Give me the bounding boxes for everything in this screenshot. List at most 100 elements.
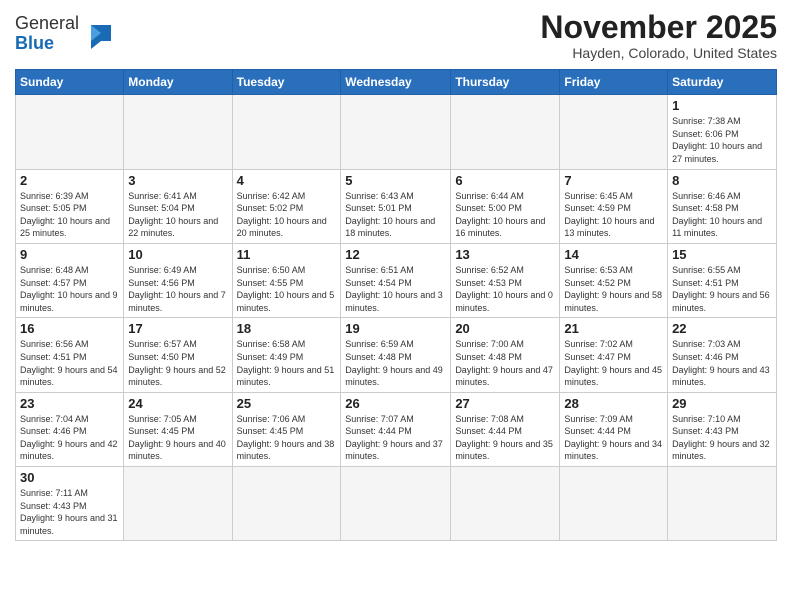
title-section: November 2025 Hayden, Colorado, United S…: [540, 10, 777, 61]
day-info: Sunrise: 6:42 AM Sunset: 5:02 PM Dayligh…: [237, 190, 337, 240]
day-info: Sunrise: 6:51 AM Sunset: 4:54 PM Dayligh…: [345, 264, 446, 314]
day-info: Sunrise: 6:57 AM Sunset: 4:50 PM Dayligh…: [128, 338, 227, 388]
day-info: Sunrise: 6:58 AM Sunset: 4:49 PM Dayligh…: [237, 338, 337, 388]
day-number: 15: [672, 247, 772, 262]
day-info: Sunrise: 6:44 AM Sunset: 5:00 PM Dayligh…: [455, 190, 555, 240]
table-row: 11Sunrise: 6:50 AM Sunset: 4:55 PM Dayli…: [232, 243, 341, 317]
day-number: 19: [345, 321, 446, 336]
table-row: 14 Sunrise: 6:53 AM Sunset: 4:52 PM Dayli…: [560, 243, 668, 317]
table-row: 7 Sunrise: 6:45 AM Sunset: 4:59 PM Daylig…: [560, 169, 668, 243]
day-number: 7: [564, 173, 663, 188]
day-number: 21: [564, 321, 663, 336]
day-info: Sunrise: 6:59 AM Sunset: 4:48 PM Dayligh…: [345, 338, 446, 388]
col-thursday: Thursday: [451, 70, 560, 95]
day-info: Sunrise: 7:08 AM Sunset: 4:44 PM Dayligh…: [455, 413, 555, 463]
day-number: 12: [345, 247, 446, 262]
day-header-row: Sunday Monday Tuesday Wednesday Thursday…: [16, 70, 777, 95]
day-number: 27: [455, 396, 555, 411]
table-row: 10Sunrise: 6:49 AM Sunset: 4:56 PM Dayli…: [124, 243, 232, 317]
table-row: 30 Sunrise: 7:11 AM Sunset: 4:43 PM Dayli…: [16, 467, 124, 541]
table-row: 29 Sunrise: 7:10 AM Sunset: 4:43 PM Dayli…: [668, 392, 777, 466]
day-info: Sunrise: 6:52 AM Sunset: 4:53 PM Dayligh…: [455, 264, 555, 314]
table-row: 4Sunrise: 6:42 AM Sunset: 5:02 PM Daylig…: [232, 169, 341, 243]
day-number: 17: [128, 321, 227, 336]
month-title: November 2025: [540, 10, 777, 45]
day-number: 16: [20, 321, 119, 336]
table-row: 13Sunrise: 6:52 AM Sunset: 4:53 PM Dayli…: [451, 243, 560, 317]
day-number: 22: [672, 321, 772, 336]
day-number: 8: [672, 173, 772, 188]
day-number: 26: [345, 396, 446, 411]
table-row: 23Sunrise: 7:04 AM Sunset: 4:46 PM Dayli…: [16, 392, 124, 466]
day-info: Sunrise: 7:38 AM Sunset: 6:06 PM Dayligh…: [672, 115, 772, 165]
table-row: [124, 467, 232, 541]
table-row: 25 Sunrise: 7:06 AM Sunset: 4:45 PM Dayli…: [232, 392, 341, 466]
table-row: [451, 467, 560, 541]
col-friday: Friday: [560, 70, 668, 95]
day-info: Sunrise: 6:45 AM Sunset: 4:59 PM Dayligh…: [564, 190, 663, 240]
calendar-page: General Blue November 2025 Hayden, Color…: [0, 0, 792, 612]
day-number: 14: [564, 247, 663, 262]
col-sunday: Sunday: [16, 70, 124, 95]
table-row: 12 Sunrise: 6:51 AM Sunset: 4:54 PM Dayli…: [341, 243, 451, 317]
table-row: 3 Sunrise: 6:41 AM Sunset: 5:04 PM Daylig…: [124, 169, 232, 243]
day-info: Sunrise: 6:48 AM Sunset: 4:57 PM Dayligh…: [20, 264, 119, 314]
table-row: 21Sunrise: 7:02 AM Sunset: 4:47 PM Dayli…: [560, 318, 668, 392]
col-wednesday: Wednesday: [341, 70, 451, 95]
table-row: [232, 95, 341, 169]
day-info: Sunrise: 7:04 AM Sunset: 4:46 PM Dayligh…: [20, 413, 119, 463]
day-number: 24: [128, 396, 227, 411]
day-info: Sunrise: 6:46 AM Sunset: 4:58 PM Dayligh…: [672, 190, 772, 240]
table-row: [341, 95, 451, 169]
day-number: 30: [20, 470, 119, 485]
calendar-table: Sunday Monday Tuesday Wednesday Thursday…: [15, 69, 777, 541]
day-info: Sunrise: 7:03 AM Sunset: 4:46 PM Dayligh…: [672, 338, 772, 388]
table-row: 9 Sunrise: 6:48 AM Sunset: 4:57 PM Daylig…: [16, 243, 124, 317]
table-row: 22 Sunrise: 7:03 AM Sunset: 4:46 PM Dayli…: [668, 318, 777, 392]
logo-general: General: [15, 14, 79, 34]
header: General Blue November 2025 Hayden, Color…: [15, 10, 777, 61]
day-info: Sunrise: 6:53 AM Sunset: 4:52 PM Dayligh…: [564, 264, 663, 314]
day-info: Sunrise: 6:39 AM Sunset: 5:05 PM Dayligh…: [20, 190, 119, 240]
table-row: 20Sunrise: 7:00 AM Sunset: 4:48 PM Dayli…: [451, 318, 560, 392]
table-row: [451, 95, 560, 169]
col-saturday: Saturday: [668, 70, 777, 95]
day-number: 3: [128, 173, 227, 188]
table-row: 2Sunrise: 6:39 AM Sunset: 5:05 PM Daylig…: [16, 169, 124, 243]
table-row: 28Sunrise: 7:09 AM Sunset: 4:44 PM Dayli…: [560, 392, 668, 466]
day-number: 9: [20, 247, 119, 262]
day-number: 10: [128, 247, 227, 262]
day-info: Sunrise: 7:10 AM Sunset: 4:43 PM Dayligh…: [672, 413, 772, 463]
logo: General Blue: [15, 14, 111, 54]
day-info: Sunrise: 6:55 AM Sunset: 4:51 PM Dayligh…: [672, 264, 772, 314]
day-info: Sunrise: 6:50 AM Sunset: 4:55 PM Dayligh…: [237, 264, 337, 314]
table-row: [124, 95, 232, 169]
day-number: 29: [672, 396, 772, 411]
day-info: Sunrise: 7:06 AM Sunset: 4:45 PM Dayligh…: [237, 413, 337, 463]
table-row: 17 Sunrise: 6:57 AM Sunset: 4:50 PM Dayli…: [124, 318, 232, 392]
table-row: [668, 467, 777, 541]
day-info: Sunrise: 6:41 AM Sunset: 5:04 PM Dayligh…: [128, 190, 227, 240]
table-row: [560, 95, 668, 169]
table-row: 1Sunrise: 7:38 AM Sunset: 6:06 PM Daylig…: [668, 95, 777, 169]
logo-blue: Blue: [15, 34, 79, 54]
table-row: 24Sunrise: 7:05 AM Sunset: 4:45 PM Dayli…: [124, 392, 232, 466]
table-row: 26Sunrise: 7:07 AM Sunset: 4:44 PM Dayli…: [341, 392, 451, 466]
day-info: Sunrise: 7:11 AM Sunset: 4:43 PM Dayligh…: [20, 487, 119, 537]
col-monday: Monday: [124, 70, 232, 95]
table-row: [16, 95, 124, 169]
day-number: 5: [345, 173, 446, 188]
table-row: 27 Sunrise: 7:08 AM Sunset: 4:44 PM Dayli…: [451, 392, 560, 466]
day-info: Sunrise: 6:56 AM Sunset: 4:51 PM Dayligh…: [20, 338, 119, 388]
table-row: 19 Sunrise: 6:59 AM Sunset: 4:48 PM Dayli…: [341, 318, 451, 392]
table-row: 15 Sunrise: 6:55 AM Sunset: 4:51 PM Dayli…: [668, 243, 777, 317]
table-row: 6 Sunrise: 6:44 AM Sunset: 5:00 PM Daylig…: [451, 169, 560, 243]
day-number: 6: [455, 173, 555, 188]
table-row: [560, 467, 668, 541]
table-row: 5Sunrise: 6:43 AM Sunset: 5:01 PM Daylig…: [341, 169, 451, 243]
table-row: 18Sunrise: 6:58 AM Sunset: 4:49 PM Dayli…: [232, 318, 341, 392]
day-info: Sunrise: 7:00 AM Sunset: 4:48 PM Dayligh…: [455, 338, 555, 388]
day-number: 25: [237, 396, 337, 411]
table-row: [232, 467, 341, 541]
day-number: 28: [564, 396, 663, 411]
